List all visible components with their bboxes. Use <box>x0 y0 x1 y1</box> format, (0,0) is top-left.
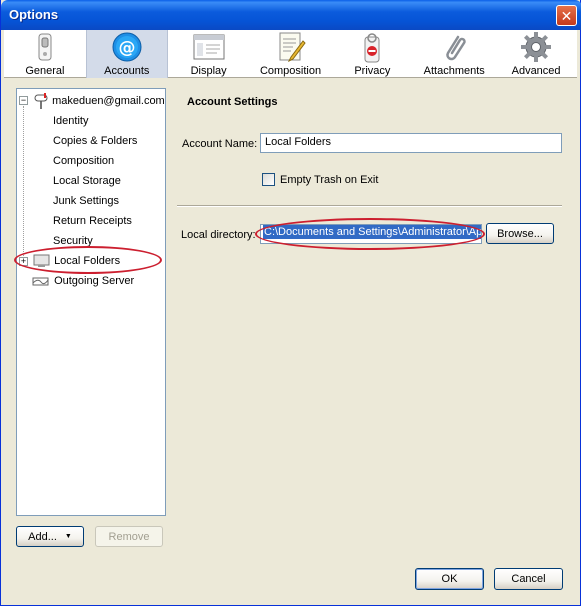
cancel-button[interactable]: Cancel <box>494 568 563 590</box>
do-not-disturb-icon <box>356 31 388 63</box>
tab-accounts-label: Accounts <box>104 65 150 77</box>
tree-line <box>23 106 24 256</box>
account-tree[interactable]: − makeduen@gmail.com Identity Copies & F… <box>16 88 166 516</box>
local-directory-value: C:\Documents and Settings\Administrator\… <box>263 225 482 239</box>
browse-button-label: Browse... <box>497 227 543 240</box>
mailbox-icon <box>33 93 49 110</box>
window-icon <box>193 31 225 63</box>
empty-trash-label[interactable]: Empty Trash on Exit <box>280 174 378 186</box>
options-window: Options ✕ General @ Accounts Display Com… <box>0 0 581 606</box>
collapse-toggle[interactable]: − <box>19 96 28 105</box>
ok-button-label: OK <box>441 573 458 585</box>
tab-accounts[interactable]: @ Accounts <box>85 30 168 78</box>
tab-composition-label: Composition <box>259 65 322 77</box>
remove-button-label: Remove <box>108 530 150 543</box>
tab-privacy-label: Privacy <box>354 65 391 77</box>
tab-advanced-label: Advanced <box>511 65 561 77</box>
tab-advanced[interactable]: Advanced <box>495 30 577 78</box>
close-button[interactable]: ✕ <box>556 5 577 26</box>
local-directory-input[interactable]: C:\Documents and Settings\Administrator\… <box>260 224 482 244</box>
window-title: Options <box>9 7 59 22</box>
account-settings-title: Account Settings <box>187 96 278 108</box>
account-name-label: Account Name: <box>182 138 258 150</box>
tab-composition[interactable]: Composition <box>250 30 332 78</box>
outgoing-server-label: Outgoing Server <box>54 275 135 287</box>
at-sign-icon: @ <box>111 31 143 63</box>
tree-item-account[interactable]: makeduen@gmail.com <box>33 92 165 110</box>
pen-paper-icon <box>275 31 307 63</box>
category-toolbar: General @ Accounts Display Composition P… <box>4 30 577 78</box>
expand-toggle[interactable]: + <box>19 257 28 266</box>
tree-item-local-folders[interactable]: Local Folders <box>33 252 120 270</box>
svg-text:@: @ <box>118 38 135 58</box>
close-icon: ✕ <box>560 7 573 24</box>
tab-general[interactable]: General <box>4 30 86 78</box>
tree-item-outgoing-server[interactable]: Outgoing Server <box>31 272 134 290</box>
add-account-button[interactable]: Add... ▼ <box>16 526 84 547</box>
tab-general-label: General <box>25 65 65 77</box>
tree-item-return-receipts[interactable]: Return Receipts <box>53 212 132 230</box>
browse-button[interactable]: Browse... <box>486 223 554 244</box>
empty-trash-checkbox[interactable] <box>262 173 275 186</box>
cancel-button-label: Cancel <box>511 573 546 585</box>
tree-item-local-storage[interactable]: Local Storage <box>53 172 121 190</box>
tree-item-junk-settings[interactable]: Junk Settings <box>53 192 119 210</box>
tab-attachments[interactable]: Attachments <box>413 30 495 78</box>
local-directory-label: Local directory: <box>181 229 256 241</box>
gear-icon <box>520 31 552 63</box>
account-label: makeduen@gmail.com <box>52 95 165 107</box>
tab-privacy[interactable]: Privacy <box>331 30 413 78</box>
tab-display[interactable]: Display <box>168 30 250 78</box>
tree-item-identity[interactable]: Identity <box>53 112 88 130</box>
server-icon <box>31 273 51 289</box>
switch-icon <box>29 31 61 63</box>
separator <box>177 205 562 207</box>
paperclip-icon <box>438 31 470 63</box>
local-folders-label: Local Folders <box>54 255 121 267</box>
tab-display-label: Display <box>190 65 227 77</box>
monitor-icon <box>33 253 51 269</box>
tree-item-security[interactable]: Security <box>53 232 93 250</box>
add-button-label: Add... <box>28 530 57 543</box>
tree-item-composition[interactable]: Composition <box>53 152 114 170</box>
account-name-input[interactable]: Local Folders <box>260 133 562 153</box>
ok-button[interactable]: OK <box>415 568 484 590</box>
tab-attachments-label: Attachments <box>423 65 485 77</box>
tree-item-copies-folders[interactable]: Copies & Folders <box>53 132 137 150</box>
dropdown-arrow-icon: ▼ <box>64 533 72 540</box>
title-bar[interactable]: Options ✕ <box>1 0 581 30</box>
remove-account-button[interactable]: Remove <box>95 526 163 547</box>
